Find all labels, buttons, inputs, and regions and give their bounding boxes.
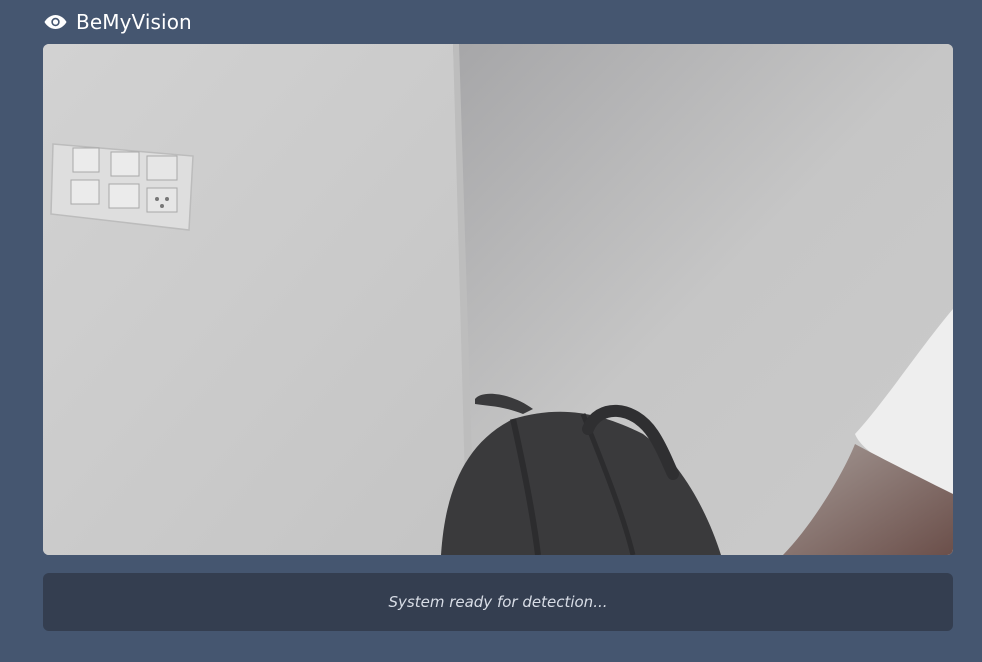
- eye-icon: [44, 15, 67, 29]
- camera-frame-image: [43, 44, 953, 555]
- status-panel: System ready for detection...: [43, 573, 953, 631]
- switch-board: [50, 143, 194, 231]
- app-header: BeMyVision: [43, 8, 192, 36]
- app-title: BeMyVision: [76, 10, 192, 34]
- status-message: System ready for detection...: [388, 593, 608, 611]
- camera-feed: [43, 44, 953, 555]
